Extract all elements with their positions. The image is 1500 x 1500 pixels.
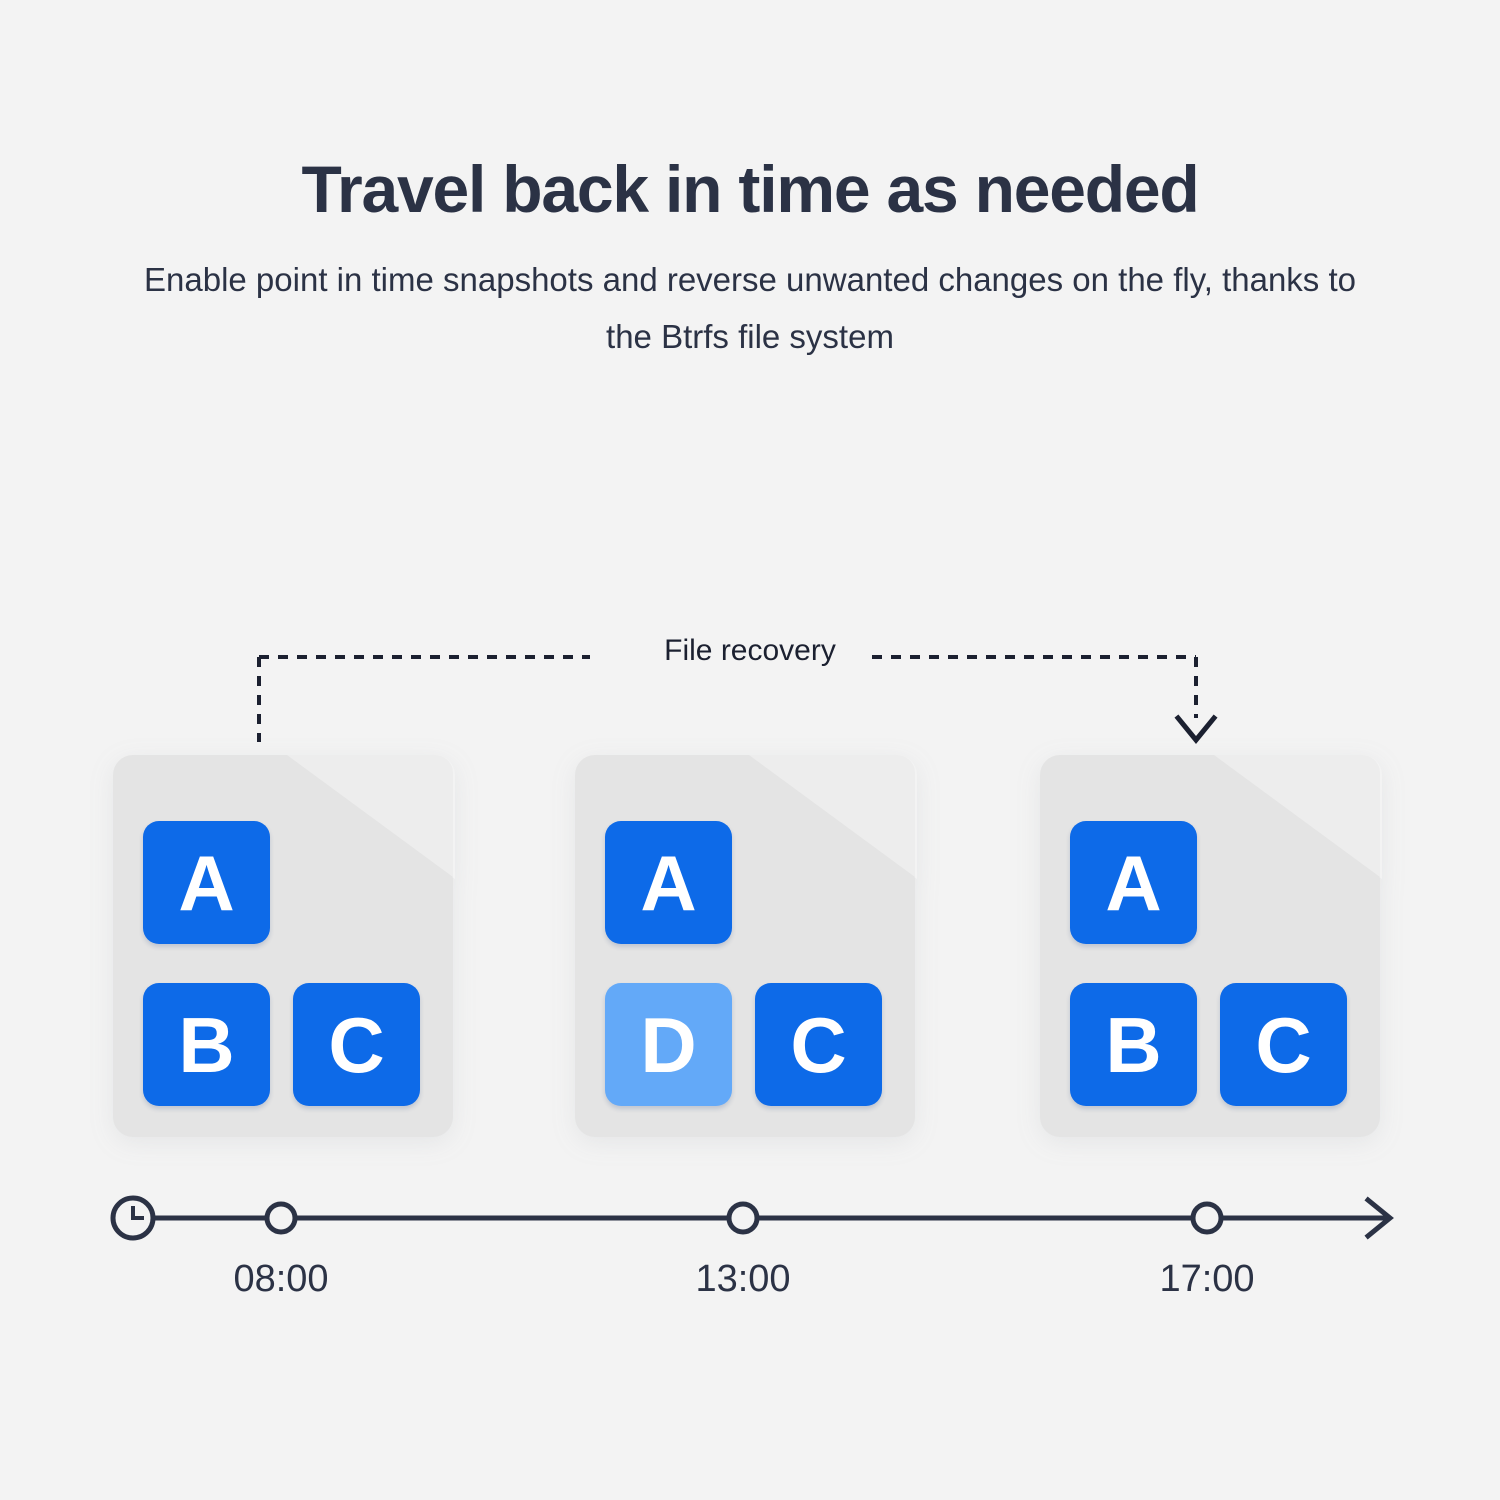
timeline-time-label: 17:00 (1159, 1258, 1255, 1300)
bracket-arrowhead-icon (1174, 714, 1218, 744)
snapshot-timeline-diagram: File recovery A B C A D C A B C 08:00 13… (0, 0, 1500, 1500)
timeline-time-label: 13:00 (695, 1258, 791, 1300)
file-recovery-label: File recovery (664, 634, 836, 667)
timeline-time-label: 08:00 (233, 1258, 329, 1300)
